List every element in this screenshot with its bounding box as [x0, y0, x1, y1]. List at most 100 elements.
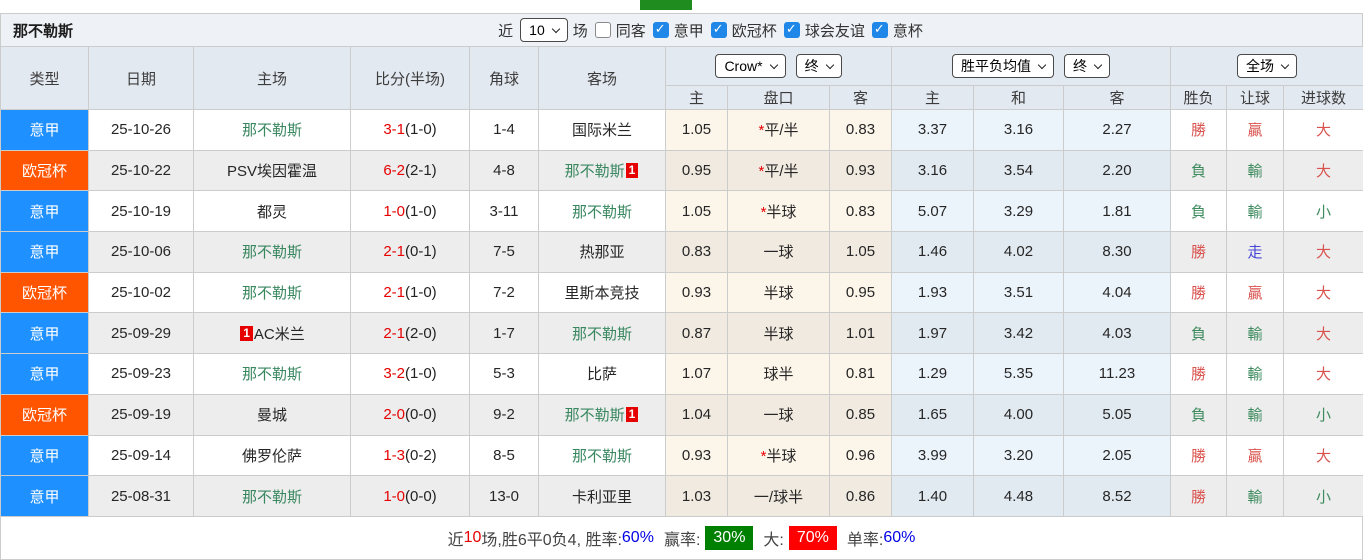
league-badge: 欧冠杯	[1, 394, 89, 435]
home-team-name[interactable]: AC米兰	[254, 326, 305, 343]
home-team-cell: 佛罗伦萨	[194, 435, 351, 476]
title-bar: 那不勒斯 近 10 场 同客 意甲 欧冠杯 球会友谊 意杯	[0, 13, 1363, 46]
home-team-name[interactable]: PSV埃因霍温	[227, 163, 317, 180]
filter-bar: 近 10 场 同客 意甲 欧冠杯 球会友谊 意杯	[498, 18, 925, 42]
avg-away: 2.27	[1064, 110, 1171, 151]
chevron-down-icon	[1281, 60, 1289, 68]
away-team-name[interactable]: 那不勒斯	[572, 326, 632, 343]
checkbox-coppa-italia[interactable]	[872, 22, 888, 38]
handicap-text: 一/球半	[754, 489, 803, 506]
match-row: 意甲 25-09-29 1AC米兰 2-1(2-0) 1-7 那不勒斯 0.87…	[1, 313, 1363, 354]
away-team-name[interactable]: 那不勒斯	[565, 163, 625, 180]
summary-single-rate-label: 单率:	[847, 526, 883, 550]
odds-away: 1.01	[830, 313, 892, 354]
score-cell[interactable]: 3-1(1-0)	[351, 110, 470, 151]
result-handicap: 輸	[1227, 313, 1284, 354]
match-row: 欧冠杯 25-10-02 那不勒斯 2-1(1-0) 7-2 里斯本竞技 0.9…	[1, 272, 1363, 313]
home-team-name[interactable]: 那不勒斯	[242, 366, 302, 383]
result-win-loss: 勝	[1171, 435, 1227, 476]
bookmaker-select[interactable]: Crow*	[715, 54, 785, 78]
odds-home: 0.87	[666, 313, 728, 354]
home-team-name[interactable]: 那不勒斯	[242, 489, 302, 506]
checkbox-same-away[interactable]	[595, 22, 611, 38]
result-win-loss: 負	[1171, 191, 1227, 232]
avg-draw: 3.20	[974, 435, 1064, 476]
result-win-loss: 勝	[1171, 476, 1227, 517]
score-cell[interactable]: 3-2(1-0)	[351, 354, 470, 395]
full-time-score: 1-3	[383, 447, 405, 464]
match-row: 意甲 25-08-31 那不勒斯 1-0(0-0) 13-0 卡利亚里 1.03…	[1, 476, 1363, 517]
away-team-cell: 那不勒斯	[539, 191, 666, 232]
recent-count-select[interactable]: 10	[520, 18, 568, 42]
checkbox-ucl[interactable]	[711, 22, 727, 38]
recent-label: 近	[498, 20, 513, 41]
summary-big-rate-badge: 70%	[789, 526, 837, 550]
result-goals: 小	[1284, 476, 1363, 517]
sub-header-win-loss: 胜负	[1171, 86, 1227, 110]
home-team-name[interactable]: 那不勒斯	[242, 122, 302, 139]
red-card-badge: 1	[626, 163, 639, 178]
home-team-name[interactable]: 曼城	[257, 407, 287, 424]
away-team-name[interactable]: 那不勒斯	[565, 407, 625, 424]
odds-time-select[interactable]: 终	[796, 54, 842, 78]
result-win-loss: 負	[1171, 150, 1227, 191]
col-header-away: 客场	[539, 47, 666, 110]
avg-draw: 3.54	[974, 150, 1064, 191]
summary-handicap-rate-badge: 30%	[705, 526, 753, 550]
avg-odds-value: 胜平负均值	[961, 56, 1031, 76]
away-team-name[interactable]: 国际米兰	[572, 122, 632, 139]
handicap-cell: 半球	[728, 272, 830, 313]
away-team-name[interactable]: 比萨	[587, 366, 617, 383]
match-row: 意甲 25-10-26 那不勒斯 3-1(1-0) 1-4 国际米兰 1.05 …	[1, 110, 1363, 151]
home-team-cell: 1AC米兰	[194, 313, 351, 354]
score-cell[interactable]: 1-0(0-0)	[351, 476, 470, 517]
odds-home: 1.04	[666, 394, 728, 435]
corner-count: 7-2	[470, 272, 539, 313]
summary-single-rate: 60%	[883, 529, 915, 547]
red-card-badge: 1	[240, 326, 253, 341]
score-cell[interactable]: 2-1(1-0)	[351, 272, 470, 313]
avg-home: 1.97	[892, 313, 974, 354]
scope-value: 全场	[1246, 56, 1274, 76]
away-team-cell: 里斯本竞技	[539, 272, 666, 313]
away-team-name[interactable]: 里斯本竞技	[564, 285, 639, 302]
home-team-name[interactable]: 那不勒斯	[242, 244, 302, 261]
score-cell[interactable]: 6-2(2-1)	[351, 150, 470, 191]
avg-home: 3.37	[892, 110, 974, 151]
score-cell[interactable]: 1-3(0-2)	[351, 435, 470, 476]
away-team-name[interactable]: 那不勒斯	[572, 448, 632, 465]
score-cell[interactable]: 1-0(1-0)	[351, 191, 470, 232]
odds-away: 0.96	[830, 435, 892, 476]
home-team-name[interactable]: 佛罗伦萨	[242, 448, 302, 465]
away-team-cell: 卡利亚里	[539, 476, 666, 517]
odds-home: 1.03	[666, 476, 728, 517]
checkbox-serie-a[interactable]	[653, 22, 669, 38]
away-team-name[interactable]: 那不勒斯	[572, 204, 632, 221]
home-team-name[interactable]: 那不勒斯	[242, 285, 302, 302]
away-team-name[interactable]: 热那亚	[579, 244, 624, 261]
col-header-type: 类型	[1, 47, 89, 110]
away-team-name[interactable]: 卡利亚里	[572, 489, 632, 506]
odds-home: 0.83	[666, 232, 728, 273]
handicap-text: 半球	[766, 448, 796, 465]
score-cell[interactable]: 2-1(0-1)	[351, 232, 470, 273]
result-win-loss: 負	[1171, 313, 1227, 354]
away-team-cell: 那不勒斯	[539, 313, 666, 354]
checkbox-club-friendly[interactable]	[784, 22, 800, 38]
avg-odds-select[interactable]: 胜平负均值	[952, 54, 1054, 78]
sub-header-avg-home: 主	[892, 86, 974, 110]
score-cell[interactable]: 2-0(0-0)	[351, 394, 470, 435]
home-team-name[interactable]: 都灵	[257, 204, 287, 221]
avg-time-select[interactable]: 终	[1064, 54, 1110, 78]
odds-away: 0.93	[830, 150, 892, 191]
away-team-cell: 那不勒斯1	[539, 150, 666, 191]
match-row: 意甲 25-10-19 都灵 1-0(1-0) 3-11 那不勒斯 1.05 *…	[1, 191, 1363, 232]
score-cell[interactable]: 2-1(2-0)	[351, 313, 470, 354]
avg-draw: 4.48	[974, 476, 1064, 517]
handicap-text: 平/半	[764, 122, 798, 139]
result-goals: 大	[1284, 354, 1363, 395]
home-team-cell: PSV埃因霍温	[194, 150, 351, 191]
match-date: 25-08-31	[89, 476, 194, 517]
avg-home: 1.65	[892, 394, 974, 435]
scope-select[interactable]: 全场	[1237, 54, 1297, 78]
